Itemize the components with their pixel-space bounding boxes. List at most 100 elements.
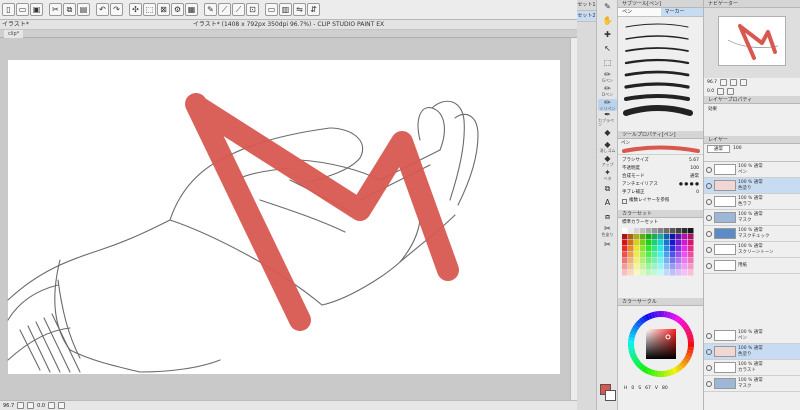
- brush-size-value[interactable]: 5.67: [689, 157, 699, 165]
- tool-hand-icon[interactable]: ✋: [598, 15, 617, 27]
- tool-selection-icon[interactable]: ⬚: [598, 57, 617, 69]
- color-swatch[interactable]: [688, 270, 694, 276]
- color-swatch[interactable]: [646, 234, 652, 240]
- color-swatch[interactable]: [622, 240, 628, 246]
- color-swatch[interactable]: [634, 252, 640, 258]
- layer-blend-mode[interactable]: 通常: [707, 144, 730, 153]
- snap-icon[interactable]: ⟋: [218, 3, 231, 16]
- canvas-drawing[interactable]: [0, 38, 570, 400]
- tool-misc-icon[interactable]: ✂: [598, 239, 617, 251]
- color-swatch[interactable]: [640, 240, 646, 246]
- eye-icon[interactable]: [706, 166, 712, 173]
- tool-up-icon[interactable]: ◆ アップ: [598, 155, 617, 167]
- layer-row[interactable]: 100 % 通常 カラスト: [704, 360, 800, 376]
- zoom-out-icon[interactable]: [17, 402, 25, 409]
- color-swatch[interactable]: [682, 228, 688, 234]
- tool-shape-icon[interactable]: ◆: [598, 127, 617, 139]
- eye-icon[interactable]: [706, 262, 712, 269]
- rotate-icon[interactable]: [48, 402, 56, 409]
- stabilization-value[interactable]: 0: [696, 189, 699, 197]
- color-swatch[interactable]: [670, 270, 676, 276]
- layer-row[interactable]: 100 % 通常 マスク: [704, 376, 800, 392]
- color-set-name[interactable]: 標準カラーセット: [618, 218, 703, 226]
- select-all-icon[interactable]: ⬚: [143, 3, 156, 16]
- color-swatch[interactable]: [658, 240, 664, 246]
- color-swatch[interactable]: [658, 246, 664, 252]
- tool-eraser-icon[interactable]: ◆ 消しゴム: [598, 141, 617, 153]
- layer-row[interactable]: 100 % 通常 ペン: [704, 162, 800, 178]
- color-swatch[interactable]: [628, 234, 634, 240]
- fit-icon[interactable]: [58, 402, 66, 409]
- nav-rotate-right-icon[interactable]: [727, 88, 735, 95]
- color-swatch[interactable]: [640, 234, 646, 240]
- new-file-icon[interactable]: ▯: [2, 3, 15, 16]
- tool-gpen-icon[interactable]: ✏ Gペン: [598, 71, 617, 83]
- color-swatch[interactable]: [622, 228, 628, 234]
- color-swatch[interactable]: [640, 270, 646, 276]
- layer-opacity[interactable]: 100: [733, 146, 742, 151]
- color-swatch[interactable]: [676, 240, 682, 246]
- flip-vertical-icon[interactable]: ⇵: [307, 3, 320, 16]
- color-wheel[interactable]: [618, 306, 704, 384]
- navigator-preview[interactable]: [704, 8, 800, 78]
- color-swatch[interactable]: [682, 270, 688, 276]
- color-swatch[interactable]: [646, 258, 652, 264]
- grid-icon[interactable]: ▦: [185, 3, 198, 16]
- snap2-icon[interactable]: ⟋: [232, 3, 245, 16]
- color-swatch[interactable]: [688, 258, 694, 264]
- color-swatch[interactable]: [664, 270, 670, 276]
- opacity-value[interactable]: 100: [690, 165, 699, 173]
- color-swatch[interactable]: [652, 246, 658, 252]
- color-swatch[interactable]: [652, 240, 658, 246]
- eye-icon[interactable]: [706, 380, 712, 387]
- color-swatch[interactable]: [676, 228, 682, 234]
- color-swatch[interactable]: [658, 234, 664, 240]
- eye-icon[interactable]: [706, 246, 712, 253]
- snap3-icon[interactable]: ⊡: [246, 3, 259, 16]
- transform-icon[interactable]: ✣: [129, 3, 142, 16]
- color-swatch[interactable]: [634, 264, 640, 270]
- layer-row[interactable]: 100 % 通常 スクリーントーン: [704, 242, 800, 258]
- color-swatch[interactable]: [634, 270, 640, 276]
- color-swatch[interactable]: [676, 258, 682, 264]
- color-swatch[interactable]: [640, 258, 646, 264]
- brush-preview-list[interactable]: [618, 17, 704, 129]
- nav-zoom-in-icon[interactable]: [730, 79, 738, 86]
- subtool-tab-pen[interactable]: ペン: [618, 8, 661, 16]
- color-swatch[interactable]: [688, 264, 694, 270]
- tool-text-icon[interactable]: A: [598, 197, 617, 209]
- color-swatch[interactable]: [622, 246, 628, 252]
- color-swatch[interactable]: [688, 240, 694, 246]
- nav-fit-icon[interactable]: [740, 79, 748, 86]
- color-swatch[interactable]: [646, 252, 652, 258]
- color-swatch[interactable]: [640, 246, 646, 252]
- color-swatch[interactable]: [628, 252, 634, 258]
- color-swatch[interactable]: [634, 246, 640, 252]
- open-file-icon[interactable]: ▭: [16, 3, 29, 16]
- color-swatch[interactable]: [664, 246, 670, 252]
- color-swatch[interactable]: [664, 240, 670, 246]
- color-swatch[interactable]: [640, 228, 646, 234]
- color-swatch[interactable]: [670, 252, 676, 258]
- reference-checkbox[interactable]: [622, 198, 627, 204]
- transparent-icon[interactable]: ▥: [279, 3, 292, 16]
- layer-row[interactable]: 用紙: [704, 258, 800, 274]
- layer-row[interactable]: 100 % 通常 色ラフ: [704, 194, 800, 210]
- color-swatch[interactable]: [658, 264, 664, 270]
- eye-icon[interactable]: [706, 332, 712, 339]
- layer-row[interactable]: 100 % 通常 色塗り: [704, 178, 800, 194]
- color-swatch[interactable]: [646, 228, 652, 234]
- color-swatch[interactable]: [640, 264, 646, 270]
- tool-pen-icon[interactable]: ✎: [598, 1, 617, 13]
- ruler-icon[interactable]: ✎: [204, 3, 217, 16]
- color-indicator[interactable]: [600, 384, 616, 404]
- antialias-options[interactable]: ● ● ● ●: [679, 181, 699, 189]
- document-tab-active[interactable]: clip*: [4, 30, 24, 38]
- color-swatch[interactable]: [652, 234, 658, 240]
- color-swatch[interactable]: [664, 258, 670, 264]
- redo-icon[interactable]: ↷: [110, 3, 123, 16]
- tool-blend-icon[interactable]: ⧉: [598, 183, 617, 195]
- tool-colorfill-icon[interactable]: ✂ 色塗り: [598, 225, 617, 237]
- color-swatch[interactable]: [652, 252, 658, 258]
- cut-icon[interactable]: ✂: [49, 3, 62, 16]
